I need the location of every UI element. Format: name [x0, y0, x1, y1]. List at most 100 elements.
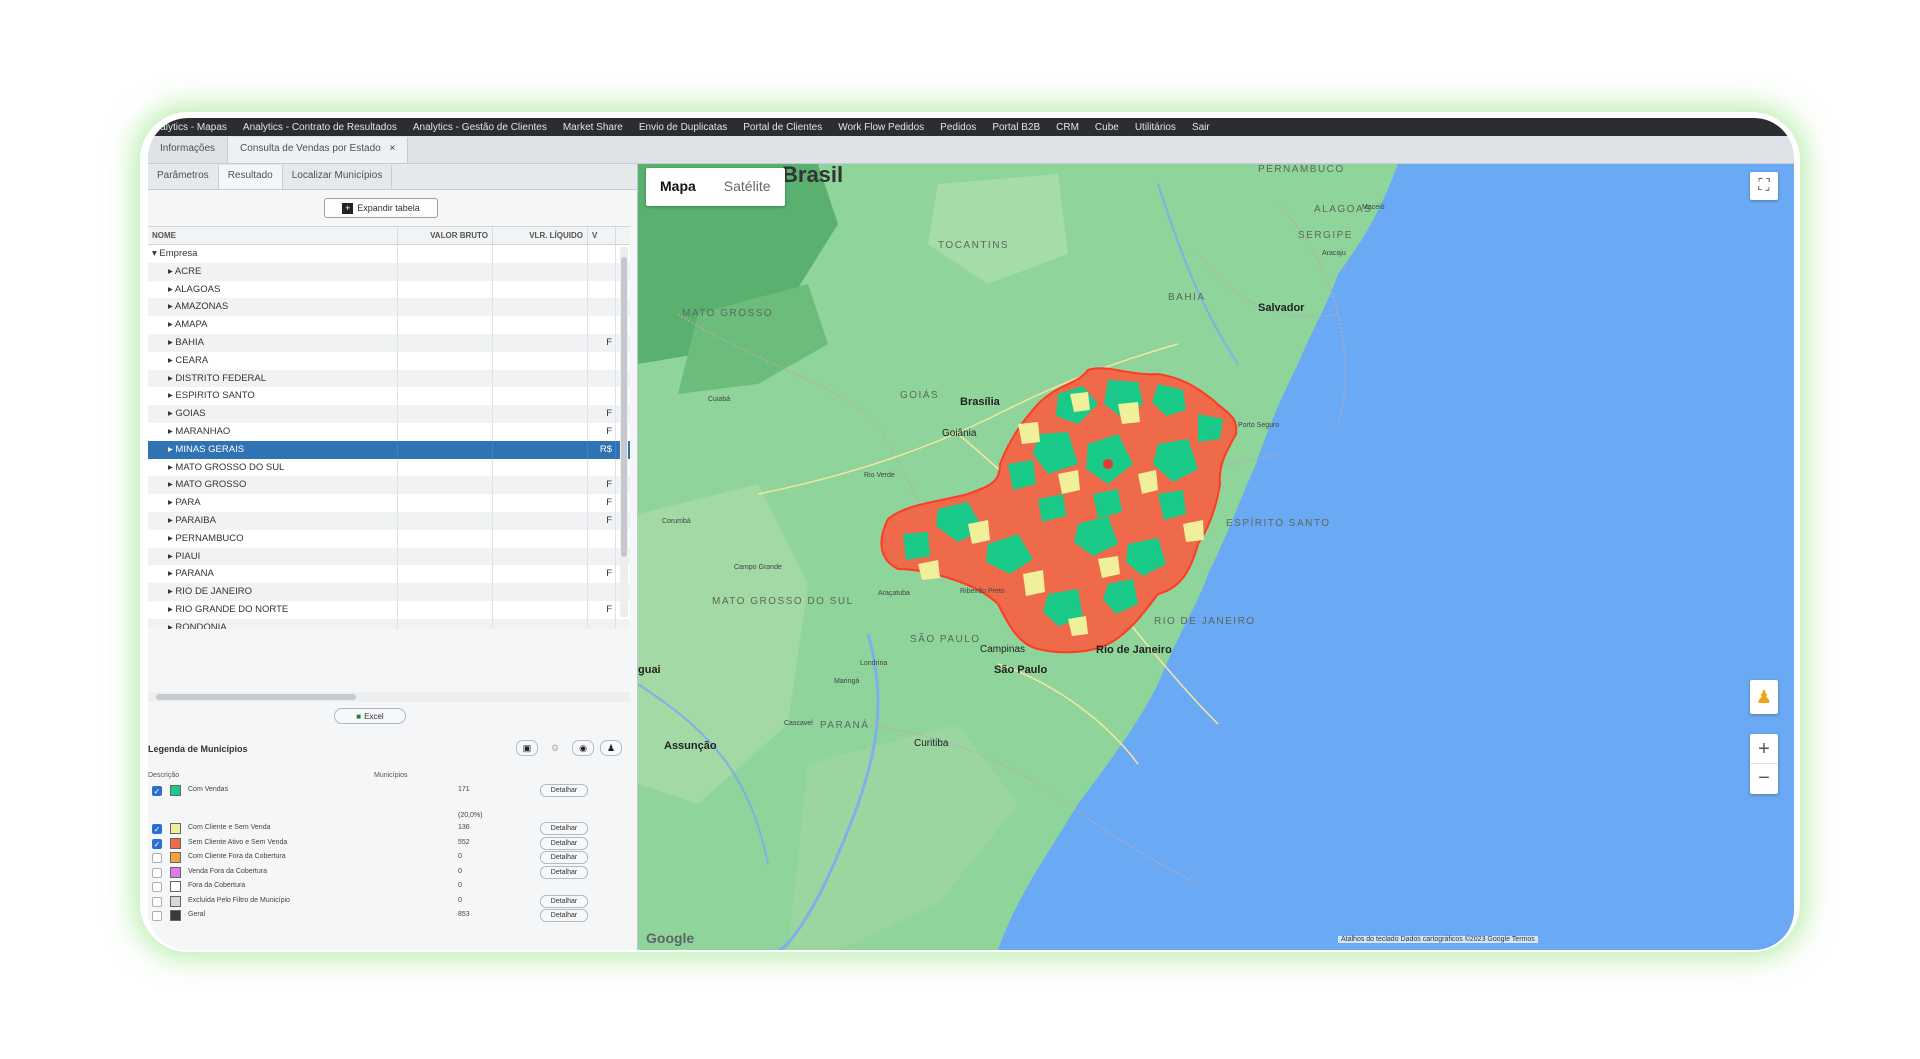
- subtab-localizar-municipios[interactable]: Localizar Municípios: [283, 165, 393, 189]
- grid-vertical-scrollbar[interactable]: [620, 247, 628, 617]
- legend-checkbox[interactable]: [152, 868, 162, 878]
- table-row[interactable]: ▸ ACRE: [148, 262, 630, 281]
- user-icon[interactable]: ♟: [600, 740, 622, 756]
- state-name: GOIAS: [175, 408, 206, 420]
- label-cuiaba: Cuiabá: [708, 396, 731, 403]
- close-tab-icon[interactable]: ×: [389, 143, 395, 154]
- menu-item[interactable]: Portal B2B: [992, 122, 1040, 133]
- street-view-pegman-icon[interactable]: ♟: [1750, 680, 1778, 714]
- state-name: RONDONIA: [175, 621, 227, 629]
- map-type-satellite-button[interactable]: Satélite: [710, 168, 785, 206]
- menu-item[interactable]: Envio de Duplicatas: [639, 122, 727, 133]
- hscroll-thumb[interactable]: [156, 694, 356, 700]
- table-row[interactable]: ▸ RIO DE JANEIRO: [148, 583, 630, 601]
- menu-item[interactable]: Analytics - Gestão de Clientes: [413, 122, 547, 133]
- table-row[interactable]: ▸ PARA F: [148, 494, 630, 512]
- detalhar-button[interactable]: Detalhar: [540, 851, 588, 864]
- label-campo-grande: Campo Grande: [734, 564, 782, 571]
- map-pin-icon[interactable]: [1103, 459, 1113, 469]
- table-row[interactable]: ▸ ALAGOAS: [148, 280, 630, 299]
- menu-item[interactable]: Utilitários: [1135, 122, 1176, 133]
- tab-consulta-vendas[interactable]: Consulta de Vendas por Estado ×: [228, 137, 409, 163]
- table-row[interactable]: ▸ BAHIA F: [148, 333, 630, 352]
- legend-checkbox[interactable]: [152, 853, 162, 863]
- cell-nome: ▸ MARANHAO: [148, 422, 398, 441]
- label-goias: GOIÁS: [900, 390, 940, 401]
- globe-icon[interactable]: ◉: [572, 740, 594, 756]
- table-row[interactable]: ▸ MATO GROSSO DO SUL: [148, 458, 630, 477]
- menu-item[interactable]: Market Share: [563, 122, 623, 133]
- zoom-in-button[interactable]: +: [1750, 734, 1778, 764]
- table-row[interactable]: ▸ RIO GRANDE DO NORTE F: [148, 600, 630, 619]
- map-canvas[interactable]: [638, 164, 1794, 950]
- table-row[interactable]: ▸ AMAPA: [148, 316, 630, 334]
- table-row[interactable]: ▸ MARANHAO F: [148, 422, 630, 441]
- map-type-mapa-button[interactable]: Mapa: [646, 168, 710, 206]
- legend-checkbox[interactable]: [152, 897, 162, 907]
- map-view[interactable]: Brasil PERNAMBUCO ALAGOAS SERGIPE BAHIA …: [638, 164, 1794, 950]
- table-row[interactable]: ▸ AMAZONAS: [148, 298, 630, 317]
- menu-item[interactable]: Cube: [1095, 122, 1119, 133]
- excel-export-button[interactable]: ■ Excel: [334, 708, 406, 724]
- label-goiania: Goiânia: [942, 428, 977, 439]
- cell-vlr-liquido: [493, 618, 588, 629]
- cell-valor-bruto: [398, 583, 493, 601]
- table-row[interactable]: ▸ DISTRITO FEDERAL: [148, 369, 630, 388]
- subtab-parametros[interactable]: Parâmetros: [148, 165, 219, 189]
- subtab-resultado[interactable]: Resultado: [218, 165, 283, 189]
- table-row[interactable]: ▸ MINAS GERAIS R$: [148, 440, 630, 459]
- tab-informacoes[interactable]: Informações: [148, 137, 229, 163]
- cell-vlr-liquido: [493, 600, 588, 619]
- menu-item[interactable]: Work Flow Pedidos: [838, 122, 924, 133]
- menu-item[interactable]: Analytics - Contrato de Resultados: [243, 122, 397, 133]
- grid-rows: ▾ Empresa ▸ ACRE ▸ ALAGOAS ▸ AMAZONAS ▸ AMAP…: [148, 245, 630, 629]
- menu-item[interactable]: Sair: [1192, 122, 1210, 133]
- detalhar-button[interactable]: Detalhar: [540, 909, 588, 922]
- header-v[interactable]: V: [588, 227, 616, 244]
- legend-checkbox[interactable]: ✓: [152, 824, 162, 834]
- legend-checkbox[interactable]: ✓: [152, 839, 162, 849]
- legend-checkbox[interactable]: [152, 911, 162, 921]
- expand-table-button[interactable]: + Expandir tabela: [324, 198, 438, 218]
- legend-checkbox[interactable]: ✓: [152, 786, 162, 796]
- table-row[interactable]: ▸ ESPIRITO SANTO: [148, 387, 630, 406]
- grid-horizontal-scrollbar[interactable]: [148, 692, 630, 702]
- header-valor-bruto[interactable]: VALOR BRUTO: [398, 227, 493, 244]
- table-row[interactable]: ▸ CEARA: [148, 351, 630, 370]
- legend-swatch: [170, 867, 181, 878]
- cell-v: [588, 280, 616, 299]
- legend-row: ✓ Com Cliente e Sem Venda 136 Detalhar: [152, 822, 630, 836]
- label-rio-city: Rio de Janeiro: [1096, 644, 1172, 656]
- table-row[interactable]: ▸ GOIAS F: [148, 405, 630, 423]
- menu-item[interactable]: Pedidos: [940, 122, 976, 133]
- map-attribution[interactable]: Atalhos do teclado Dados cartográficos ©…: [1338, 936, 1538, 943]
- scroll-thumb[interactable]: [621, 257, 627, 557]
- menu-item[interactable]: CRM: [1056, 122, 1079, 133]
- detalhar-button[interactable]: Detalhar: [540, 784, 588, 797]
- table-row[interactable]: ▸ RONDONIA: [148, 618, 630, 629]
- state-name: ALAGOAS: [174, 283, 221, 295]
- detalhar-button[interactable]: Detalhar: [540, 837, 588, 850]
- header-vlr-liquido[interactable]: VLR. LÍQUIDO: [493, 227, 588, 244]
- cell-valor-bruto: [398, 369, 493, 388]
- table-row[interactable]: ▸ PARANA F: [148, 565, 630, 584]
- legend-checkbox[interactable]: [152, 882, 162, 892]
- table-row[interactable]: ▸ PERNAMBUCO: [148, 529, 630, 548]
- menu-item[interactable]: Analytics - Mapas: [148, 122, 227, 133]
- tree-root-row[interactable]: ▾ Empresa: [148, 245, 630, 263]
- table-row[interactable]: ▸ MATO GROSSO F: [148, 476, 630, 495]
- table-row[interactable]: ▸ PIAUI: [148, 547, 630, 566]
- menu-item[interactable]: Portal de Clientes: [743, 122, 822, 133]
- zoom-out-button[interactable]: −: [1750, 764, 1778, 794]
- legend-row: Venda Fora da Cobertura 0 Detalhar: [152, 866, 630, 880]
- root-name: Empresa: [159, 248, 198, 259]
- screenshot-stage: Analytics - Mapas Analytics - Contrato de…: [0, 0, 1920, 1059]
- header-nome[interactable]: NOME: [148, 227, 398, 244]
- detalhar-button[interactable]: Detalhar: [540, 895, 588, 908]
- table-row[interactable]: ▸ PARAIBA F: [148, 511, 630, 530]
- fullscreen-icon[interactable]: ⛶: [1750, 172, 1778, 200]
- image-icon[interactable]: ▣: [516, 740, 538, 756]
- detalhar-button[interactable]: Detalhar: [540, 866, 588, 879]
- cell-valor-bruto: [398, 476, 493, 495]
- legend-count: 171: [458, 786, 470, 793]
